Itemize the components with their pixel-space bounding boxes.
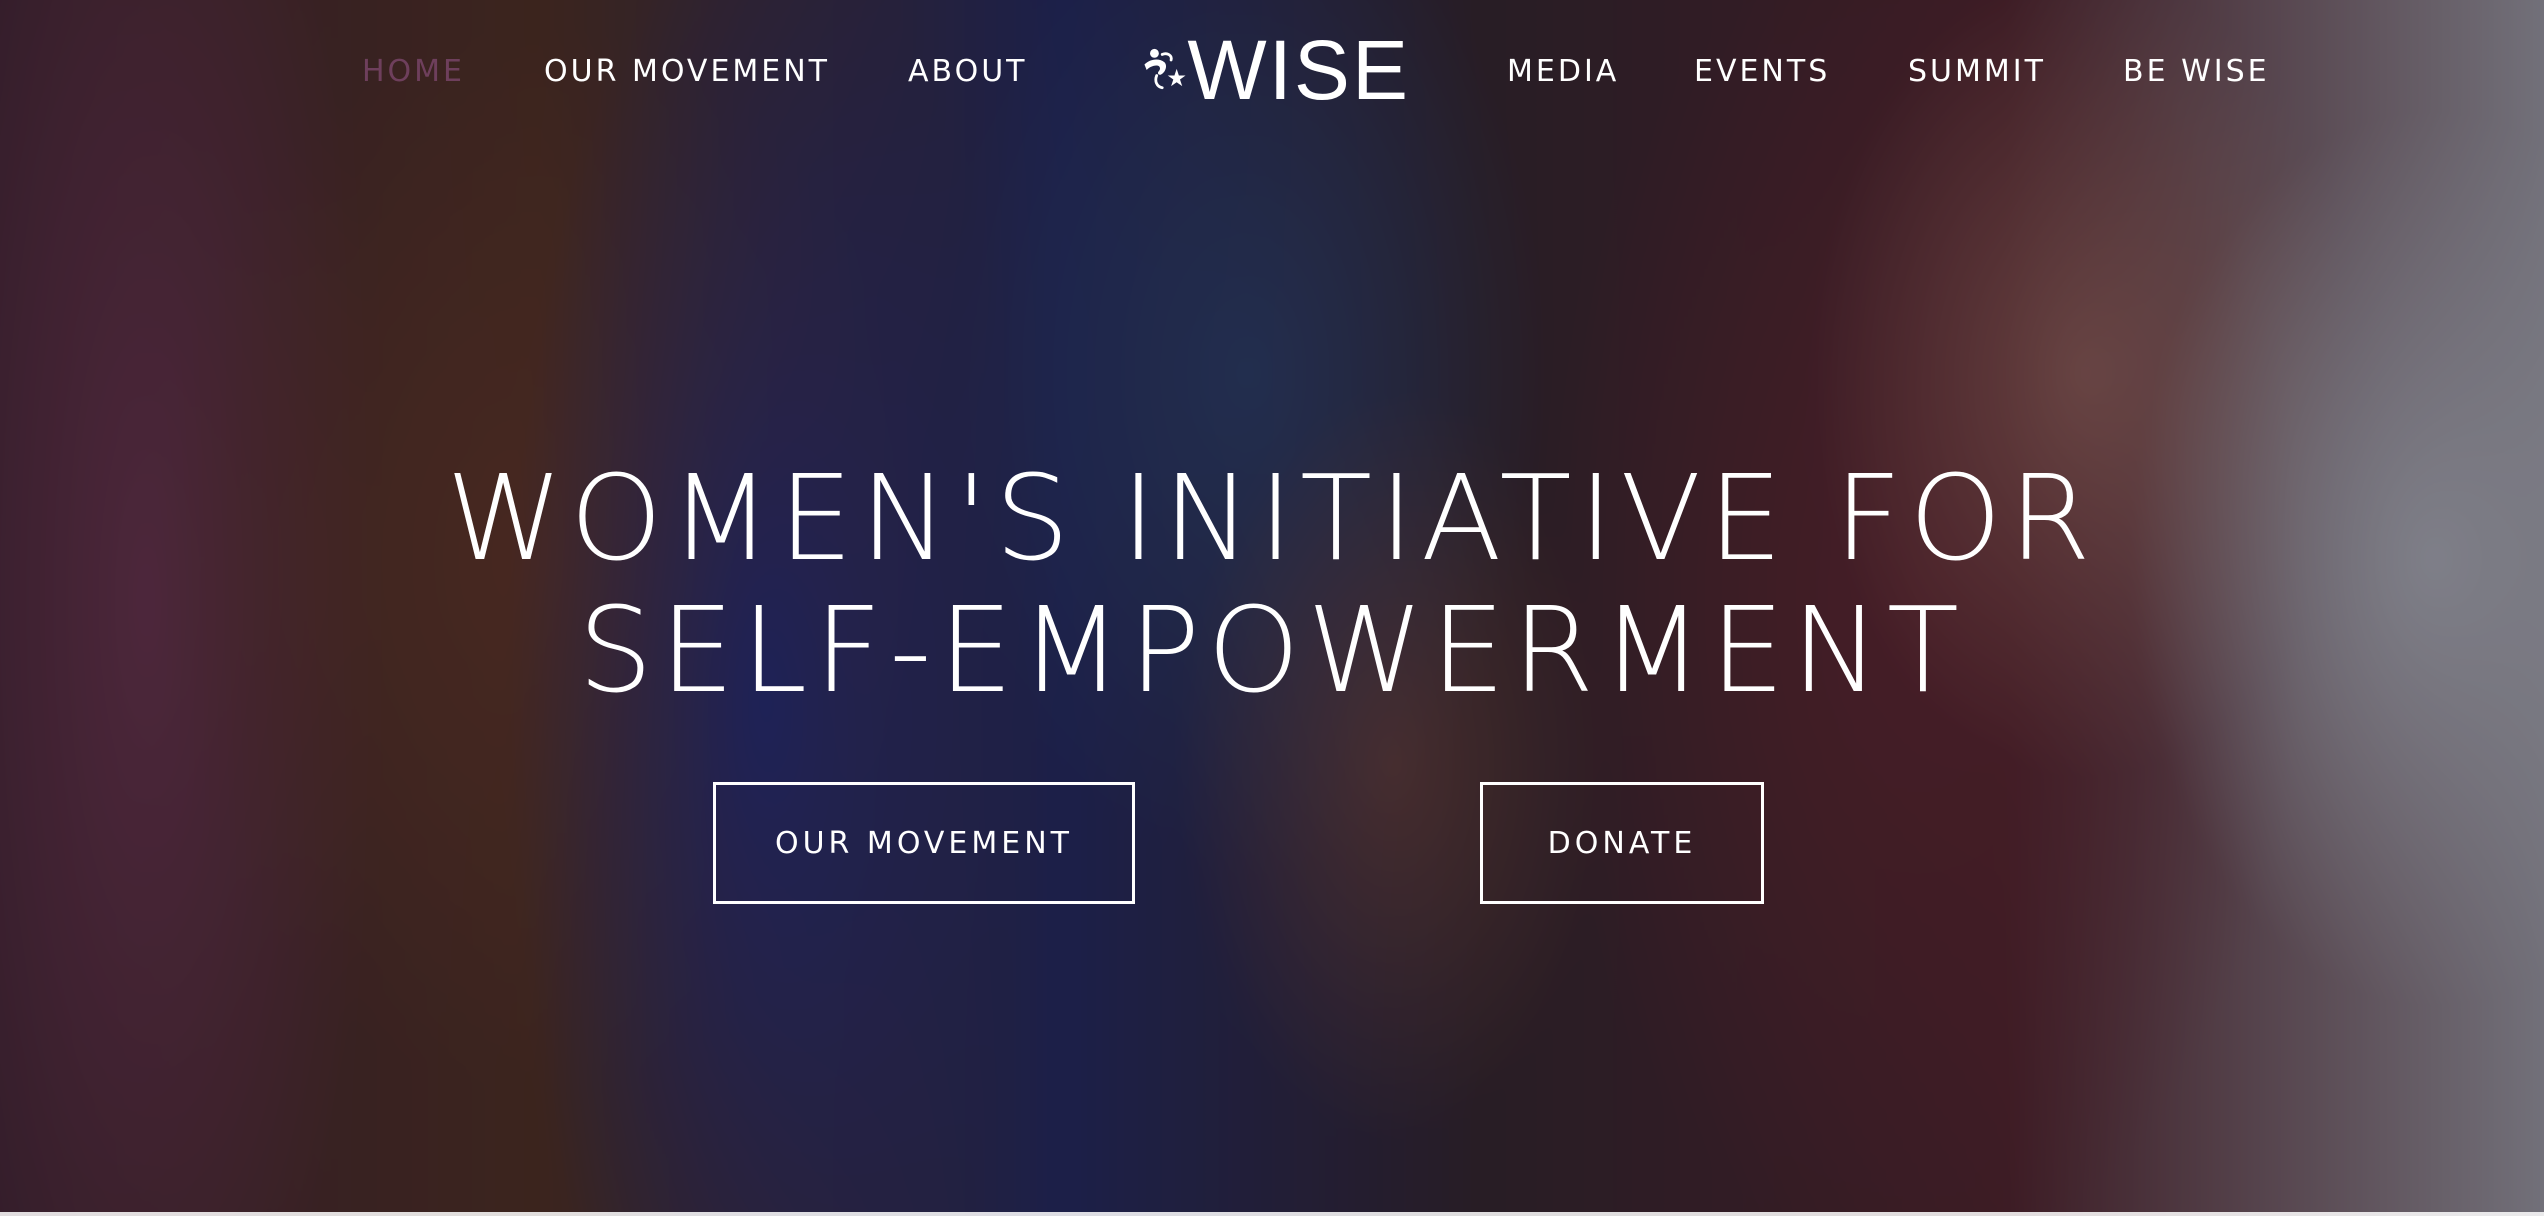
logo-wordmark: WISE [1187, 23, 1410, 117]
nav-item-about[interactable]: ABOUT [908, 52, 1027, 92]
hero-headline: WOMEN'S INITIATIVE FOR SELF-EMPOWERMENT [0, 452, 2544, 716]
donate-button[interactable]: DONATE [1480, 782, 1764, 904]
hero-headline-line-1: WOMEN'S INITIATIVE FOR [446, 449, 2098, 587]
dancing-figure-star-logo-icon [1144, 48, 1186, 90]
nav-item-media[interactable]: MEDIA [1507, 52, 1619, 92]
our-movement-button[interactable]: OUR MOVEMENT [713, 782, 1135, 904]
nav-item-our-movement[interactable]: OUR MOVEMENT [544, 52, 830, 92]
wise-logo[interactable]: WISE [1140, 22, 1410, 118]
nav-item-home[interactable]: HOME [362, 52, 465, 92]
hero-section: HOME OUR MOVEMENT ABOUT WISE MEDIA EVENT… [0, 0, 2544, 1216]
top-navigation: HOME OUR MOVEMENT ABOUT WISE MEDIA EVENT… [0, 0, 2544, 140]
nav-item-events[interactable]: EVENTS [1694, 52, 1830, 92]
hero-headline-line-2: SELF-EMPOWERMENT [578, 581, 1966, 719]
nav-item-summit[interactable]: SUMMIT [1908, 52, 2046, 92]
nav-item-be-wise[interactable]: BE WISE [2123, 52, 2270, 92]
bottom-divider [0, 1212, 2544, 1216]
